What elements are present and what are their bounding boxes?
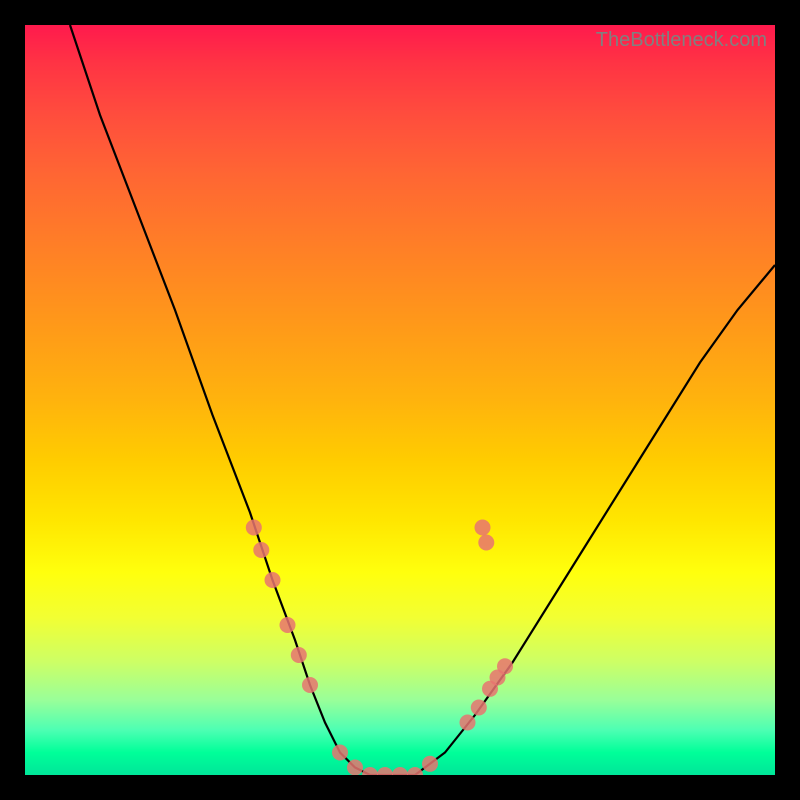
data-marker (347, 760, 363, 776)
data-marker (460, 715, 476, 731)
markers-group (246, 520, 513, 776)
data-marker (422, 756, 438, 772)
data-marker (478, 535, 494, 551)
data-marker (280, 617, 296, 633)
data-marker (475, 520, 491, 536)
curve-group (70, 25, 775, 775)
data-marker (377, 767, 393, 775)
data-marker (392, 767, 408, 775)
data-marker (407, 767, 423, 775)
data-marker (246, 520, 262, 536)
data-marker (291, 647, 307, 663)
data-marker (253, 542, 269, 558)
data-marker (471, 700, 487, 716)
bottleneck-curve (70, 25, 775, 775)
chart-svg (25, 25, 775, 775)
data-marker (302, 677, 318, 693)
plot-area: TheBottleneck.com (25, 25, 775, 775)
data-marker (265, 572, 281, 588)
watermark-text: TheBottleneck.com (596, 29, 767, 52)
data-marker (497, 658, 513, 674)
data-marker (332, 745, 348, 761)
data-marker (362, 767, 378, 775)
chart-container: TheBottleneck.com (0, 0, 800, 800)
